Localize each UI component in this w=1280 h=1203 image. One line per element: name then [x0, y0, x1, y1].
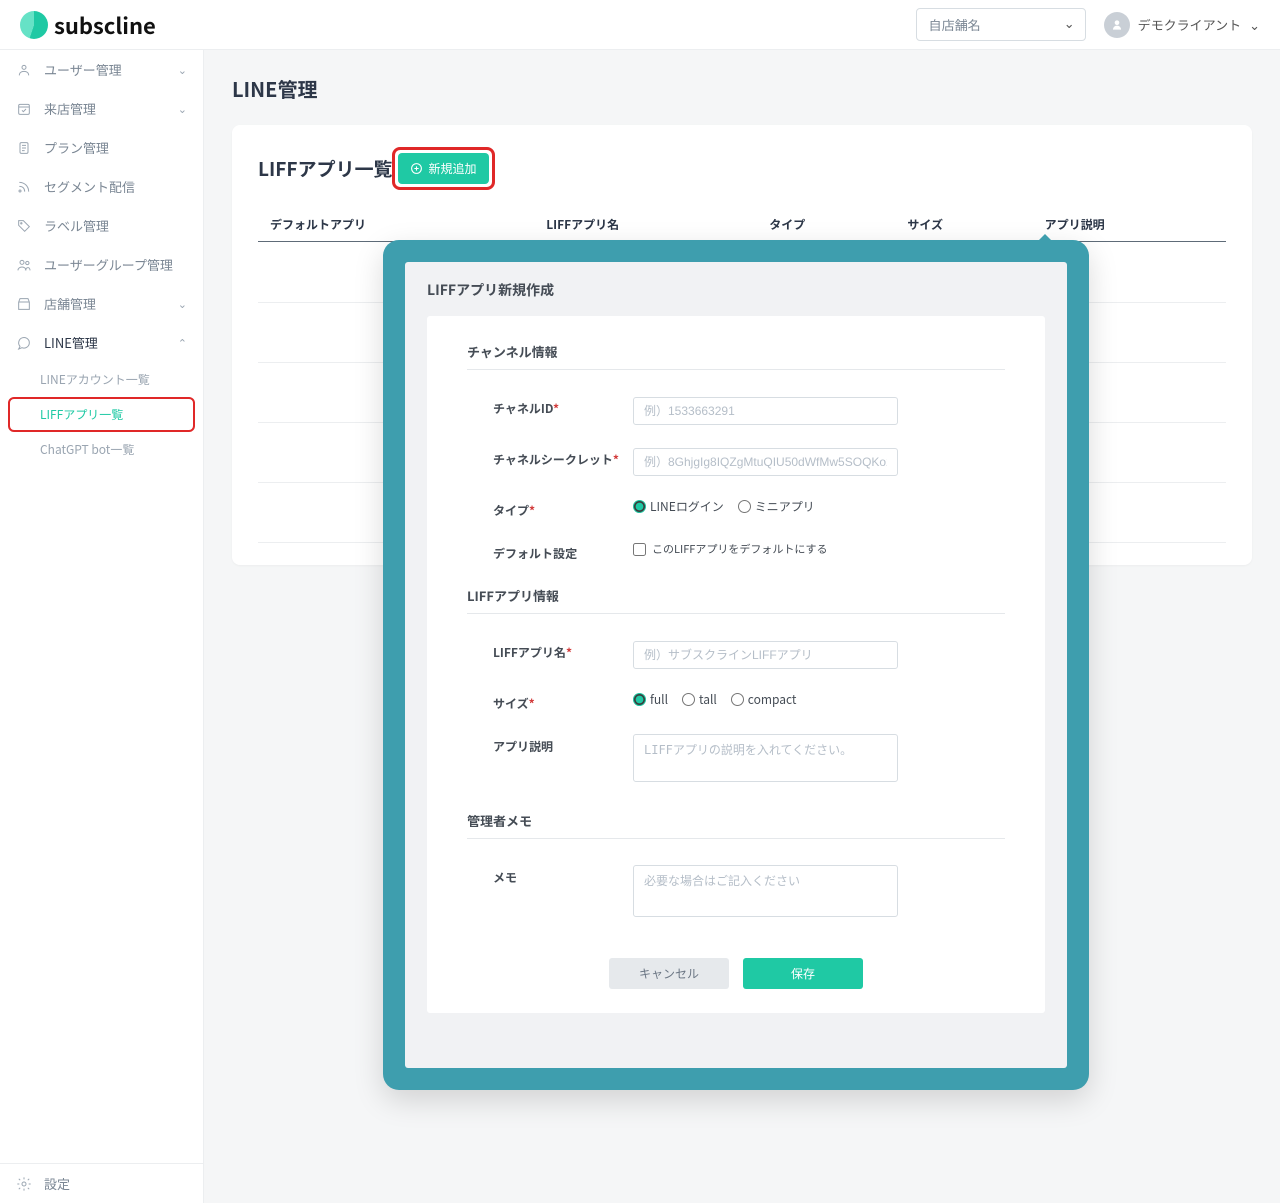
sidebar-item-label: 来店管理 [44, 99, 96, 118]
create-liff-modal: LIFFアプリ新規作成 チャンネル情報 チャネルID* チャネルシークレット* … [405, 262, 1067, 1068]
save-button[interactable]: 保存 [743, 958, 863, 989]
add-button-highlight: 新規追加 [392, 147, 494, 190]
sidebar-item-label: ユーザーグループ管理 [44, 255, 173, 274]
sidebar-item-label: 設定 [44, 1174, 70, 1193]
plus-circle-icon [410, 162, 423, 175]
logo-mark-icon [20, 11, 48, 39]
cancel-button[interactable]: キャンセル [609, 958, 729, 989]
type-mini-radio[interactable]: ミニアプリ [738, 498, 815, 515]
brand-logo[interactable]: subscline [20, 9, 156, 41]
sidebar-item-line[interactable]: LINE管理 ⌃ [0, 323, 203, 362]
row-type: タイプ* LINEログイン ミニアプリ [467, 490, 1005, 533]
chevron-down-icon: ⌄ [178, 62, 187, 78]
col-type: タイプ [757, 208, 895, 242]
col-size: サイズ [895, 208, 1032, 242]
user-icon [16, 62, 32, 78]
tag-icon [16, 218, 32, 234]
sidebar-item-segment[interactable]: セグメント配信 [0, 167, 203, 206]
chat-icon [16, 335, 32, 351]
users-icon [16, 257, 32, 273]
row-channel-secret: チャネルシークレット* [467, 439, 1005, 490]
calendar-check-icon [16, 101, 32, 117]
modal-panel: チャンネル情報 チャネルID* チャネルシークレット* タイプ* LINEログイ… [427, 316, 1045, 1013]
store-icon [16, 296, 32, 312]
store-select[interactable]: 自店舗名 [916, 8, 1086, 41]
row-channel-id: チャネルID* [467, 388, 1005, 439]
gear-icon [16, 1176, 32, 1192]
avatar-icon [1104, 12, 1130, 38]
memo-textarea[interactable] [633, 865, 898, 917]
clipboard-icon [16, 140, 32, 156]
add-new-button[interactable]: 新規追加 [398, 153, 488, 184]
header: subscline 自店舗名 デモクライアント ⌄ [0, 0, 1280, 50]
row-app-name: LIFFアプリ名* [467, 632, 1005, 683]
size-tall-radio[interactable]: tall [682, 691, 717, 708]
col-default: デフォルトアプリ [258, 208, 534, 242]
size-compact-radio[interactable]: compact [731, 691, 797, 708]
section-channel-info: チャンネル情報 [467, 342, 1005, 370]
row-default: デフォルト設定 このLIFFアプリをデフォルトにする [467, 533, 1005, 576]
sidebar: ユーザー管理 ⌄ 来店管理 ⌄ プラン管理 セグメント配信 ラベル管理 [0, 50, 204, 1203]
user-name: デモクライアント [1138, 15, 1241, 34]
sidebar-item-label: ユーザー管理 [44, 60, 122, 79]
type-login-radio[interactable]: LINEログイン [633, 498, 724, 515]
store-select-value: 自店舗名 [929, 15, 981, 34]
section-liff-info: LIFFアプリ情報 [467, 586, 1005, 614]
row-memo: メモ [467, 857, 1005, 936]
section-admin-memo: 管理者メモ [467, 811, 1005, 839]
sidebar-item-settings[interactable]: 設定 [0, 1164, 203, 1203]
sidebar-sub-line-accounts[interactable]: LINEアカウント一覧 [0, 362, 203, 397]
chevron-up-icon: ⌃ [178, 335, 187, 351]
sidebar-item-plans[interactable]: プラン管理 [0, 128, 203, 167]
brand-text: subscline [54, 9, 156, 41]
row-size: サイズ* full tall compact [467, 683, 1005, 726]
create-liff-callout: LIFFアプリ新規作成 チャンネル情報 チャネルID* チャネルシークレット* … [383, 240, 1089, 1090]
sidebar-item-label: LINE管理 [44, 333, 98, 352]
sidebar-item-users[interactable]: ユーザー管理 ⌄ [0, 50, 203, 89]
sidebar-item-label: ラベル管理 [44, 216, 109, 235]
chevron-down-icon: ⌄ [178, 101, 187, 117]
channel-secret-input[interactable] [633, 448, 898, 476]
size-full-radio[interactable]: full [633, 691, 668, 708]
modal-title: LIFFアプリ新規作成 [427, 280, 1045, 300]
sidebar-item-label: 店舗管理 [44, 294, 96, 313]
sidebar-item-groups[interactable]: ユーザーグループ管理 [0, 245, 203, 284]
row-desc: アプリ説明 [467, 726, 1005, 801]
col-appname: LIFFアプリ名 [534, 208, 757, 242]
card-title: LIFFアプリ一覧 [258, 155, 392, 182]
app-desc-textarea[interactable] [633, 734, 898, 782]
col-desc: アプリ説明 [1033, 208, 1226, 242]
sidebar-sub-liff-apps[interactable]: LIFFアプリ一覧 [8, 397, 195, 432]
chevron-down-icon: ⌄ [1249, 15, 1260, 34]
sidebar-sub-chatgpt-bot[interactable]: ChatGPT bot一覧 [0, 432, 203, 467]
sidebar-item-label[interactable]: ラベル管理 [0, 206, 203, 245]
sidebar-item-visits[interactable]: 来店管理 ⌄ [0, 89, 203, 128]
sidebar-item-label: プラン管理 [44, 138, 109, 157]
app-name-input[interactable] [633, 641, 898, 669]
chevron-down-icon: ⌄ [178, 296, 187, 312]
default-checkbox[interactable] [633, 543, 646, 556]
channel-id-input[interactable] [633, 397, 898, 425]
page-title: LINE管理 [232, 74, 1252, 103]
user-menu[interactable]: デモクライアント ⌄ [1104, 12, 1260, 38]
rss-icon [16, 179, 32, 195]
sidebar-item-stores[interactable]: 店舗管理 ⌄ [0, 284, 203, 323]
sidebar-item-label: セグメント配信 [44, 177, 135, 196]
